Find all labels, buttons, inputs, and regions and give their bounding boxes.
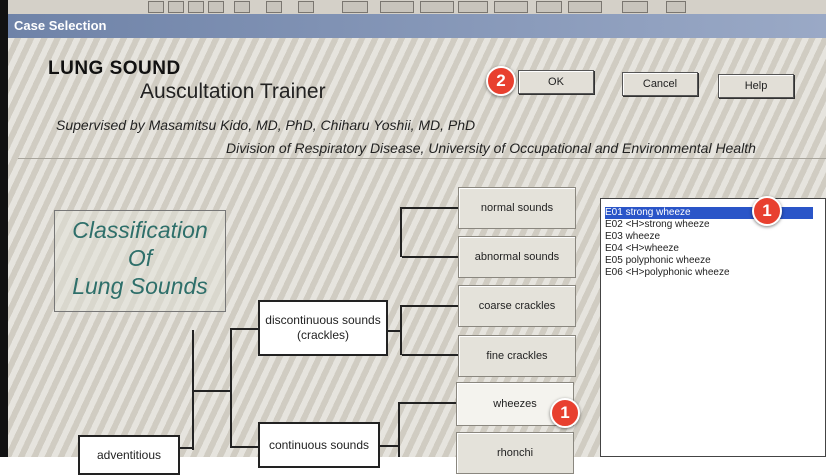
tree-connector <box>194 390 230 392</box>
tree-connector <box>400 402 456 404</box>
signal-icon[interactable] <box>494 1 528 13</box>
case-list[interactable]: E01 strong wheeze E02 <H>strong wheeze E03… <box>600 198 826 457</box>
tree-connector <box>402 256 458 258</box>
app-title: LUNG SOUND <box>48 58 181 79</box>
wave-icon[interactable] <box>420 1 454 13</box>
toolbar <box>8 0 826 15</box>
case-list-item[interactable]: E03 wheeze <box>605 231 660 243</box>
toolbar-button[interactable] <box>168 1 184 13</box>
window-icon[interactable] <box>342 1 368 13</box>
classification-title-line1: Classification <box>72 217 208 243</box>
case-list-item[interactable]: E04 <H>wheeze <box>605 243 679 255</box>
coarse-crackles-button[interactable]: coarse crackles <box>458 285 576 327</box>
tree-connector <box>230 328 232 448</box>
case-list-item[interactable]: E05 polyphonic wheeze <box>605 255 711 267</box>
play-icon[interactable] <box>234 1 250 13</box>
document-icon[interactable] <box>666 1 686 13</box>
case-list-item[interactable]: E02 <H>strong wheeze <box>605 219 710 231</box>
people-icon[interactable] <box>458 1 488 13</box>
cancel-button[interactable]: Cancel <box>622 72 698 96</box>
tree-connector <box>232 328 258 330</box>
list-icon[interactable] <box>536 1 562 13</box>
tree-connector <box>388 330 400 332</box>
node-adventitious: adventitious <box>78 435 180 475</box>
window-titlebar: Case Selection <box>8 14 826 38</box>
division-credit: Division of Respiratory Disease, Univers… <box>226 140 756 156</box>
tree-connector <box>398 402 400 457</box>
node-discontinuous-label: discontinuous sounds <box>265 313 381 327</box>
case-list-item[interactable]: E06 <H>polyphonic wheeze <box>605 267 730 279</box>
annotation-marker-list: 1 <box>752 196 782 226</box>
node-continuous: continuous sounds <box>258 422 380 468</box>
folder-icon[interactable] <box>622 1 648 13</box>
grid-icon[interactable] <box>568 1 602 13</box>
stop-icon[interactable] <box>298 1 314 13</box>
toolbar-button[interactable] <box>188 1 204 13</box>
window-title: Case Selection <box>14 18 107 33</box>
normal-sounds-button[interactable]: normal sounds <box>458 187 576 229</box>
tree-connector <box>232 446 258 448</box>
waveform-icon[interactable] <box>380 1 414 13</box>
ok-button[interactable]: OK <box>518 70 594 94</box>
classification-title-line2: Of <box>127 245 153 271</box>
node-discontinuous-sublabel: (crackles) <box>296 328 349 342</box>
rhonchi-button[interactable]: rhonchi <box>456 432 574 474</box>
node-continuous-label: continuous sounds <box>268 437 370 452</box>
node-adventitious-label: adventitious <box>96 447 162 462</box>
annotation-marker-ok: 2 <box>486 66 516 96</box>
annotation-marker-wheezes: 1 <box>550 398 580 428</box>
toolbar-button[interactable] <box>148 1 164 13</box>
tree-connector <box>402 354 458 356</box>
tree-connector <box>180 447 192 449</box>
classification-title-line3: Lung Sounds <box>72 273 208 299</box>
node-discontinuous: discontinuous sounds (crackles) <box>258 300 388 356</box>
tree-connector <box>380 445 398 447</box>
classification-box: Classification Of Lung Sounds <box>54 210 226 312</box>
supervisor-credit: Supervised by Masamitsu Kido, MD, PhD, C… <box>56 117 476 133</box>
screen-edge <box>0 0 8 457</box>
tree-connector <box>400 305 402 355</box>
fine-crackles-button[interactable]: fine crackles <box>458 335 576 377</box>
help-button[interactable]: Help <box>718 74 794 98</box>
abnormal-sounds-button[interactable]: abnormal sounds <box>458 236 576 278</box>
app-subtitle: Auscultation Trainer <box>140 80 326 103</box>
toolbar-button[interactable] <box>208 1 224 13</box>
tree-connector <box>402 207 458 209</box>
pause-icon[interactable] <box>266 1 282 13</box>
tree-connector <box>402 305 458 307</box>
tree-connector <box>400 207 402 257</box>
